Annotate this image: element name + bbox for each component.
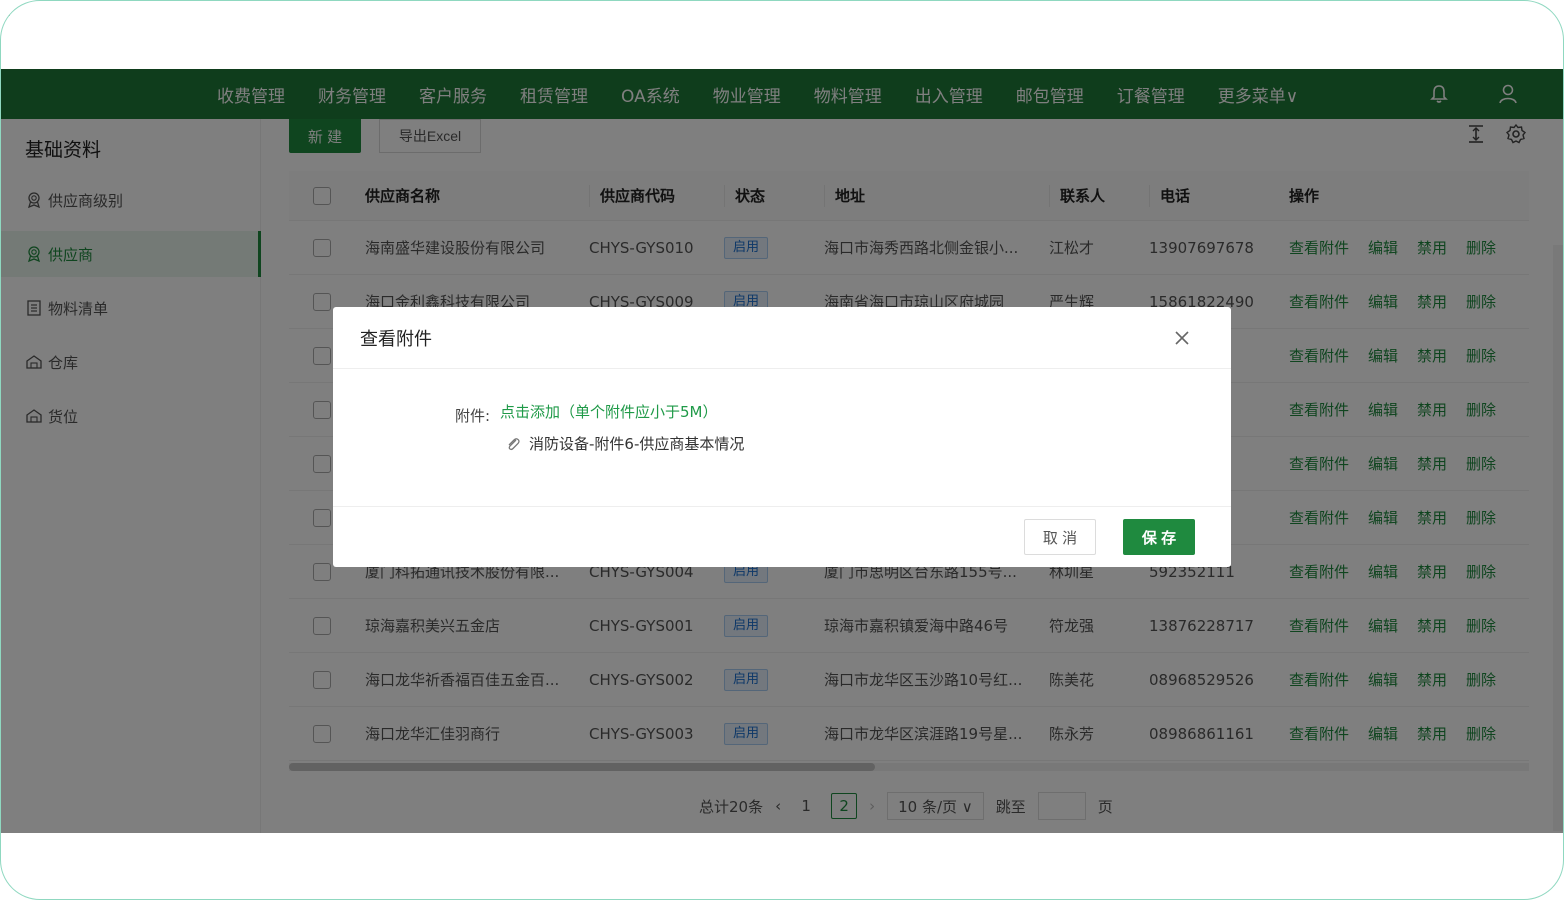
- modal-title: 查看附件: [360, 328, 432, 350]
- close-icon[interactable]: [1173, 329, 1191, 347]
- paperclip-icon: [508, 437, 520, 450]
- attachment-modal: 查看附件 附件: 点击添加（单个附件应小于5M） 消防设备-附件6-供应商基本情…: [333, 307, 1231, 567]
- attachment-filename: 消防设备-附件6-供应商基本情况: [529, 435, 745, 453]
- attachment-label: 附件:: [455, 407, 491, 425]
- attachment-file[interactable]: 消防设备-附件6-供应商基本情况: [505, 433, 744, 454]
- modal-header: 查看附件: [333, 307, 1231, 369]
- notification-badge: 1: [1, 1, 12, 20]
- modal-footer: 取 消 保 存: [333, 507, 1231, 567]
- modal-body: 附件: 点击添加（单个附件应小于5M） 消防设备-附件6-供应商基本情况: [333, 369, 1231, 507]
- save-button[interactable]: 保 存: [1123, 519, 1195, 555]
- cancel-button[interactable]: 取 消: [1024, 519, 1096, 555]
- app-frame: 收费管理财务管理客户服务租赁管理OA系统物业管理物料管理出入管理邮包管理订餐管理…: [0, 0, 1564, 900]
- add-attachment-link[interactable]: 点击添加（单个附件应小于5M）: [500, 401, 718, 422]
